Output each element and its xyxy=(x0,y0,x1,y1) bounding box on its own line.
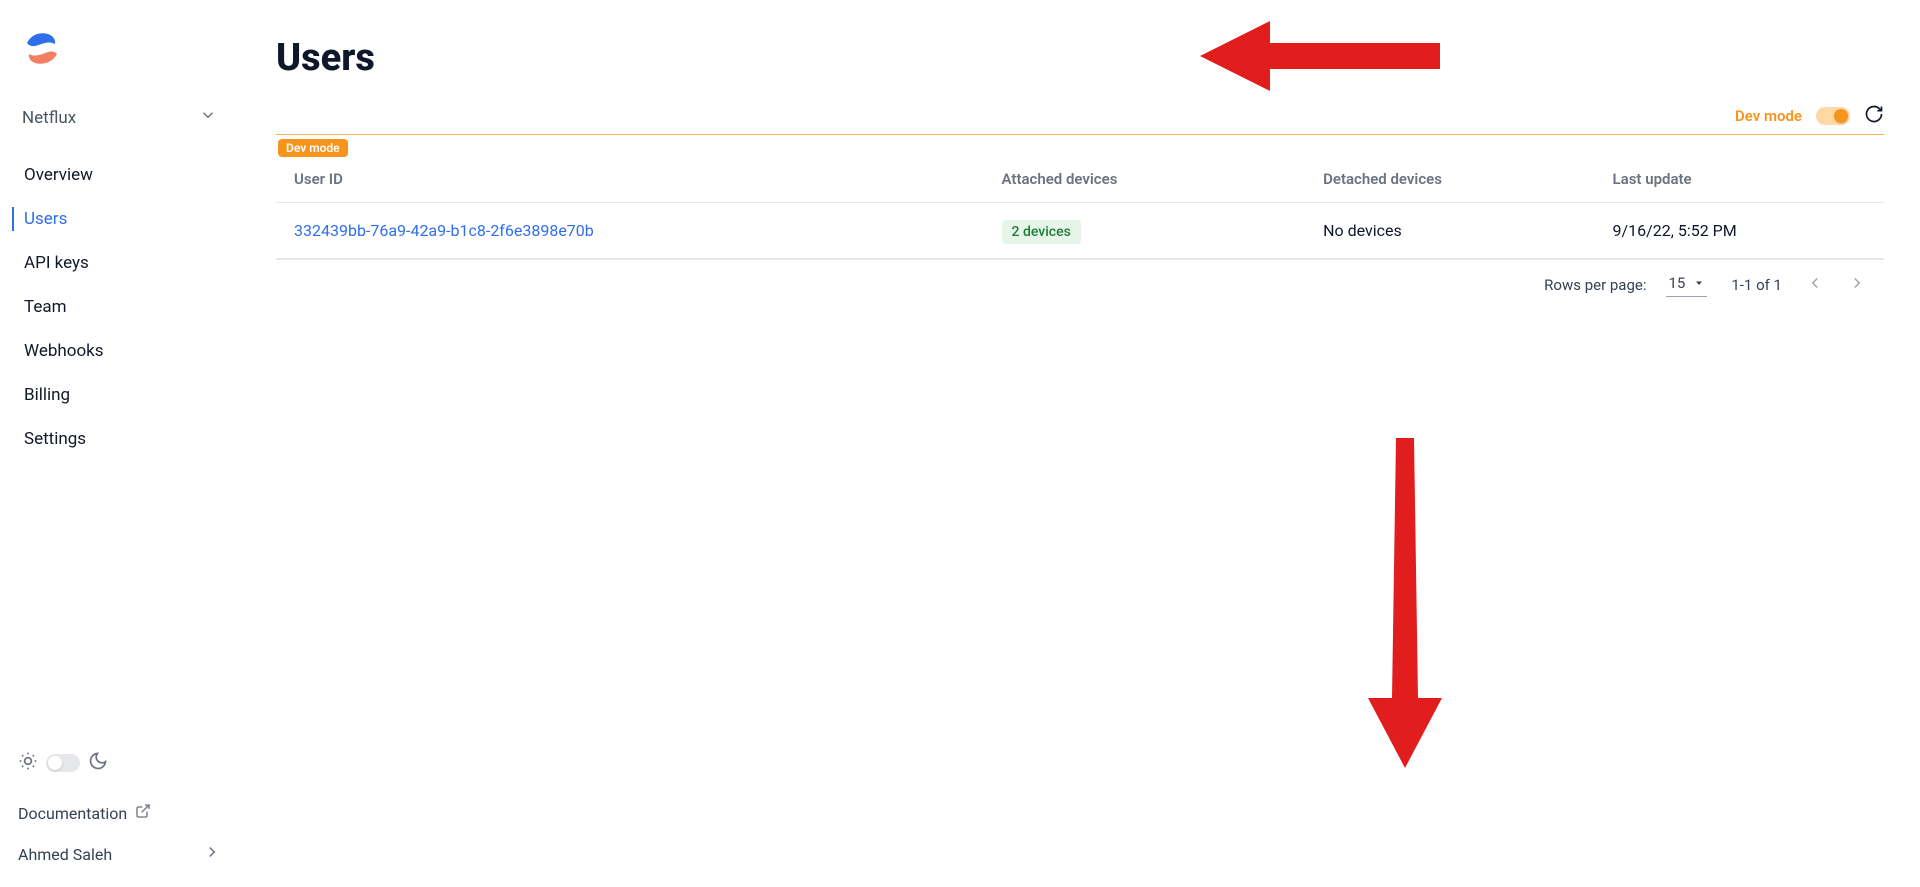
table-row[interactable]: 332439bb-76a9-42a9-b1c8-2f6e3898e70b 2 d… xyxy=(276,203,1884,259)
attached-devices-badge: 2 devices xyxy=(1002,220,1081,244)
sidebar-item-webhooks[interactable]: Webhooks xyxy=(0,329,239,373)
sun-icon xyxy=(18,751,38,775)
theme-toggle[interactable] xyxy=(46,754,80,772)
moon-icon xyxy=(88,751,108,775)
pagination-range: 1-1 of 1 xyxy=(1731,276,1782,294)
table-pagination: Rows per page: 15 1-1 of 1 xyxy=(276,260,1884,309)
detached-devices-value: No devices xyxy=(1323,221,1402,240)
col-attached: Attached devices xyxy=(984,156,1306,203)
account-menu[interactable]: Ahmed Saleh xyxy=(18,833,221,875)
dev-mode-toggle[interactable] xyxy=(1816,107,1850,125)
refresh-button[interactable] xyxy=(1864,104,1884,128)
page-toolbar: Dev mode xyxy=(276,104,1884,128)
sidebar: Netflux Overview Users API keys Team Web… xyxy=(0,0,240,887)
sidebar-nav: Overview Users API keys Team Webhooks Bi… xyxy=(0,153,239,461)
documentation-label: Documentation xyxy=(18,804,127,823)
users-table-box: Dev mode User ID Attached devices Detach… xyxy=(276,134,1884,260)
next-page-button[interactable] xyxy=(1848,274,1866,296)
annotation-arrow-bottom xyxy=(1360,438,1450,768)
users-table: User ID Attached devices Detached device… xyxy=(276,156,1884,259)
sidebar-item-team[interactable]: Team xyxy=(0,285,239,329)
org-name: Netflux xyxy=(22,108,76,128)
account-name: Ahmed Saleh xyxy=(18,845,112,864)
main-content: Users Dev mode Dev mode User ID Attached… xyxy=(240,0,1920,887)
rows-per-page-value: 15 xyxy=(1668,274,1685,292)
rows-per-page-label: Rows per page: xyxy=(1544,276,1646,294)
dev-mode-badge: Dev mode xyxy=(278,139,348,157)
rows-per-page-select[interactable]: 15 xyxy=(1666,272,1707,297)
chevron-down-icon xyxy=(1693,277,1705,289)
prev-page-button[interactable] xyxy=(1806,274,1824,296)
chevron-right-icon xyxy=(203,843,221,865)
col-user-id: User ID xyxy=(276,156,984,203)
external-link-icon xyxy=(135,803,151,823)
sidebar-item-billing[interactable]: Billing xyxy=(0,373,239,417)
org-selector[interactable]: Netflux xyxy=(10,96,229,139)
documentation-link[interactable]: Documentation xyxy=(18,793,221,833)
col-detached: Detached devices xyxy=(1305,156,1594,203)
chevron-down-icon xyxy=(199,106,217,129)
dev-mode-label: Dev mode xyxy=(1735,107,1802,125)
col-updated: Last update xyxy=(1595,156,1884,203)
sidebar-item-users[interactable]: Users xyxy=(0,197,239,241)
last-update-value: 9/16/22, 5:52 PM xyxy=(1613,221,1737,240)
page-title: Users xyxy=(276,36,1884,80)
sidebar-item-overview[interactable]: Overview xyxy=(0,153,239,197)
sidebar-item-api-keys[interactable]: API keys xyxy=(0,241,239,285)
brand-logo xyxy=(0,18,239,96)
theme-toggle-row xyxy=(18,751,221,775)
user-id-link[interactable]: 332439bb-76a9-42a9-b1c8-2f6e3898e70b xyxy=(294,221,594,240)
sidebar-item-settings[interactable]: Settings xyxy=(0,417,239,461)
